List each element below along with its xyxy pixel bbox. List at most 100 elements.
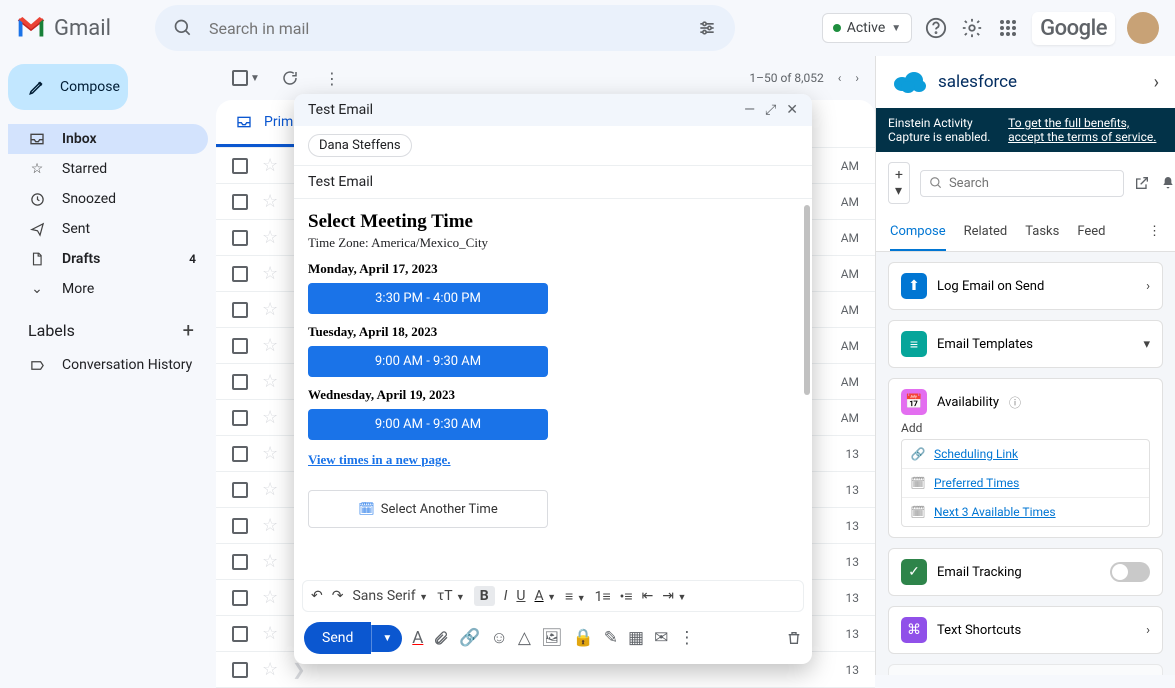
row-checkbox[interactable] xyxy=(232,446,248,462)
confidential-icon[interactable]: 🔒 xyxy=(573,628,594,648)
row-checkbox[interactable] xyxy=(232,518,248,534)
view-times-link[interactable]: View times in a new page. xyxy=(308,452,798,468)
chevron-right-icon[interactable]: › xyxy=(1154,72,1159,93)
compose-body[interactable]: Select Meeting Time Time Zone: America/M… xyxy=(294,199,812,580)
search-options-icon[interactable] xyxy=(695,16,719,40)
gmail-logo[interactable]: Gmail xyxy=(16,16,111,41)
banner-link[interactable]: To get the full benefits, accept the ter… xyxy=(1008,116,1163,144)
nav-inbox[interactable]: Inbox xyxy=(8,124,208,154)
more-options-button[interactable]: ⋮ xyxy=(678,628,695,648)
option-scheduling-link[interactable]: 🔗Scheduling Link xyxy=(902,440,1149,469)
text-color-icon[interactable]: A xyxy=(412,628,423,648)
compose-button[interactable]: Compose xyxy=(8,64,128,110)
star-icon[interactable]: ☆ xyxy=(262,587,278,608)
time-slot-button[interactable]: 9:00 AM - 9:30 AM xyxy=(308,409,548,440)
card-email-templates[interactable]: ≡ Email Templates ▾ xyxy=(888,320,1163,368)
star-icon[interactable]: ☆ xyxy=(262,515,278,536)
bold-button[interactable]: B xyxy=(474,586,495,606)
nav-starred[interactable]: ☆Starred xyxy=(8,154,208,184)
body-scrollbar[interactable] xyxy=(802,205,812,574)
link-icon[interactable]: 🔗 xyxy=(459,628,480,648)
compose-header[interactable]: Test Email — ⤢ ✕ xyxy=(294,94,812,126)
settings-icon[interactable] xyxy=(960,16,984,40)
nav-snoozed[interactable]: Snoozed xyxy=(8,184,208,214)
row-checkbox[interactable] xyxy=(232,626,248,642)
signature-icon[interactable]: ✎ xyxy=(604,628,618,648)
star-icon[interactable]: ☆ xyxy=(262,155,278,176)
salesforce-search[interactable] xyxy=(920,170,1124,197)
sf-tab-related[interactable]: Related xyxy=(964,214,1008,251)
recipient-chip[interactable]: Dana Steffens xyxy=(308,134,412,157)
sf-tab-tasks[interactable]: Tasks xyxy=(1025,214,1059,251)
expand-button[interactable]: ⤢ xyxy=(765,102,776,118)
help-icon[interactable] xyxy=(924,16,948,40)
star-icon[interactable]: ☆ xyxy=(262,263,278,284)
row-checkbox[interactable] xyxy=(232,410,248,426)
row-checkbox[interactable] xyxy=(232,482,248,498)
option-next-3-times[interactable]: 🗓Next 3 Available Times xyxy=(902,498,1149,526)
templates-icon[interactable]: ▦ xyxy=(628,628,644,648)
subject-field[interactable]: Test Email xyxy=(294,166,812,199)
underline-button[interactable]: U xyxy=(516,588,525,604)
undo-button[interactable]: ↶ xyxy=(311,588,323,604)
star-icon[interactable]: ☆ xyxy=(262,191,278,212)
star-icon[interactable]: ☆ xyxy=(262,335,278,356)
star-icon[interactable]: ☆ xyxy=(262,623,278,644)
unordered-list-button[interactable]: •≡ xyxy=(620,588,633,605)
star-icon[interactable]: ☆ xyxy=(262,479,278,500)
send-options-button[interactable]: ▼ xyxy=(371,625,402,652)
send-button[interactable]: Send xyxy=(304,622,371,654)
outdent-button[interactable]: ⇤ xyxy=(642,588,654,604)
add-record-button[interactable]: + ▾ xyxy=(888,162,910,204)
avatar[interactable] xyxy=(1127,12,1159,44)
info-icon[interactable]: ⓘ xyxy=(1009,394,1021,411)
indent-button[interactable]: ⇥ ▼ xyxy=(662,588,686,604)
search-input[interactable] xyxy=(209,19,681,38)
font-size-select[interactable]: τT ▼ xyxy=(437,588,465,604)
attach-icon[interactable] xyxy=(433,630,449,646)
salesforce-search-input[interactable] xyxy=(949,176,1115,191)
star-icon[interactable]: ☆ xyxy=(262,551,278,572)
row-checkbox[interactable] xyxy=(232,302,248,318)
star-icon[interactable]: ☆ xyxy=(262,659,278,680)
next-page-button[interactable]: › xyxy=(855,71,859,85)
minimize-button[interactable]: — xyxy=(744,102,755,118)
nav-drafts[interactable]: Drafts4 xyxy=(8,244,208,274)
align-button[interactable]: ≡ ▼ xyxy=(565,588,586,605)
row-checkbox[interactable] xyxy=(232,554,248,570)
row-checkbox[interactable] xyxy=(232,158,248,174)
sf-tab-more[interactable]: ⋮ xyxy=(1148,214,1161,251)
add-label-button[interactable]: + xyxy=(183,318,194,342)
label-conversation-history[interactable]: Conversation History xyxy=(8,350,208,380)
tracking-toggle[interactable] xyxy=(1110,562,1150,582)
card-send-later[interactable]: ⏱ Send Later xyxy=(888,664,1163,675)
popout-icon[interactable] xyxy=(1134,175,1150,191)
schedule-icon[interactable]: ✉︎ xyxy=(654,628,668,648)
star-icon[interactable]: ☆ xyxy=(262,407,278,428)
prev-page-button[interactable]: ‹ xyxy=(838,71,842,85)
refresh-button[interactable] xyxy=(278,66,302,90)
recipients-field[interactable]: Dana Steffens xyxy=(294,126,812,166)
font-family-select[interactable]: Sans Serif ▼ xyxy=(352,588,428,604)
discard-button[interactable] xyxy=(786,630,802,646)
time-slot-button[interactable]: 3:30 PM - 4:00 PM xyxy=(308,283,548,314)
search-bar[interactable] xyxy=(155,5,735,51)
drive-icon[interactable]: △ xyxy=(518,628,531,648)
nav-sent[interactable]: Sent xyxy=(8,214,208,244)
row-checkbox[interactable] xyxy=(232,194,248,210)
google-logo[interactable]: Google xyxy=(1032,12,1115,45)
star-icon[interactable]: ☆ xyxy=(262,299,278,320)
row-checkbox[interactable] xyxy=(232,266,248,282)
sf-tab-compose[interactable]: Compose xyxy=(890,214,946,251)
nav-more[interactable]: ⌄More xyxy=(8,274,208,304)
row-checkbox[interactable] xyxy=(232,374,248,390)
apps-icon[interactable] xyxy=(996,16,1020,40)
more-button[interactable]: ⋮ xyxy=(320,66,344,90)
salesforce-header[interactable]: salesforce › xyxy=(876,56,1175,108)
emoji-icon[interactable]: ☺ xyxy=(491,628,508,648)
italic-button[interactable]: I xyxy=(504,588,508,604)
card-text-shortcuts[interactable]: ⌘ Text Shortcuts › xyxy=(888,606,1163,654)
sf-tab-feed[interactable]: Feed xyxy=(1077,214,1105,251)
search-icon[interactable] xyxy=(171,16,195,40)
text-color-button[interactable]: A ▼ xyxy=(534,588,556,604)
